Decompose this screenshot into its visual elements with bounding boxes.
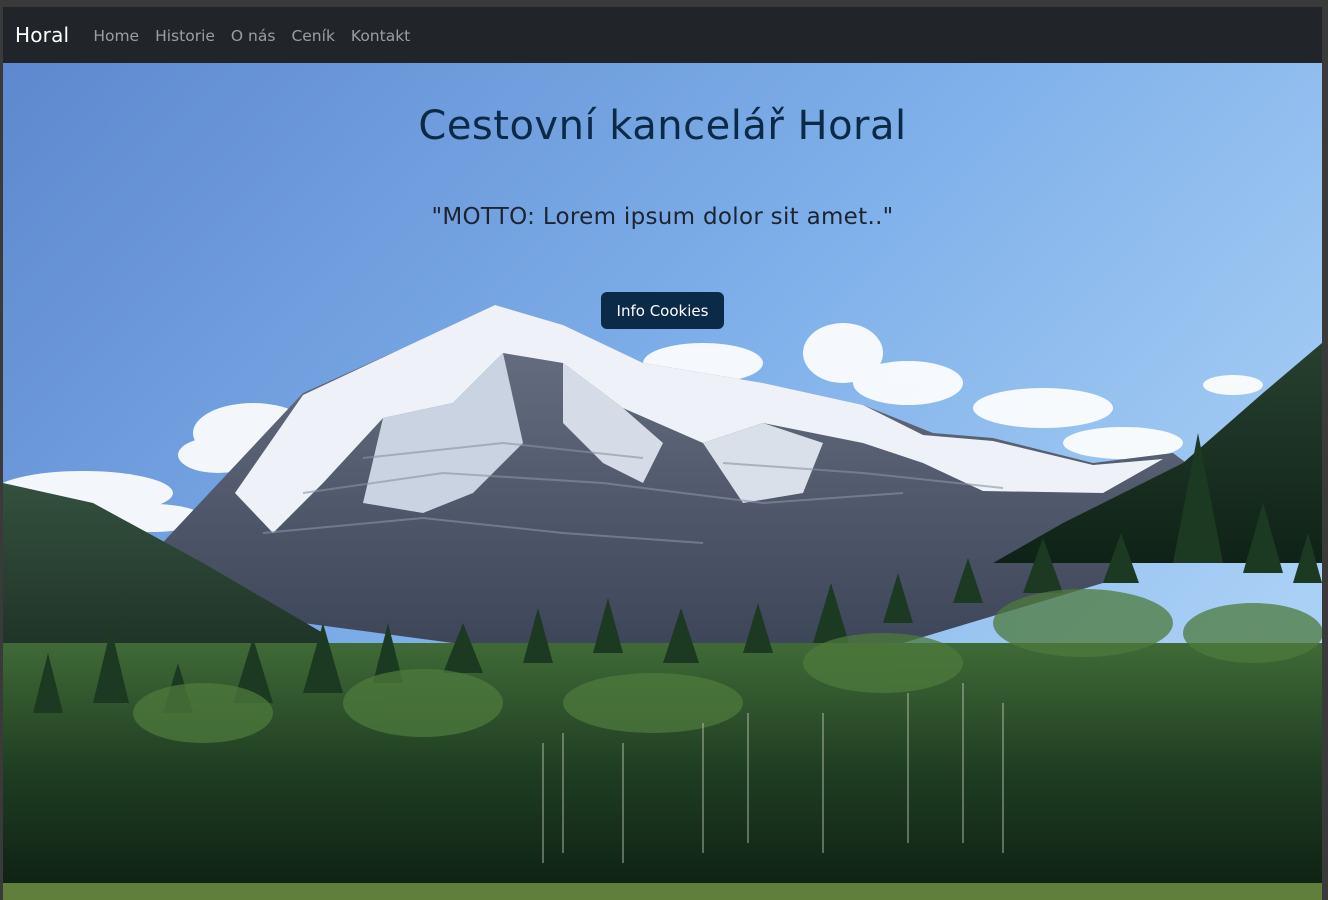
nav-item-historie: Historie — [155, 26, 231, 45]
page-title: Cestovní kancelář Horal — [418, 103, 907, 149]
nav-menu: Home Historie O nás Ceník Kontakt — [93, 26, 426, 45]
nav-item-cenik: Ceník — [291, 26, 350, 45]
nav-item-home: Home — [93, 26, 155, 45]
browser-viewport: Horal Home Historie O nás Ceník Kontakt — [3, 7, 1322, 900]
nav-link-historie[interactable]: Historie — [155, 27, 215, 45]
nav-link-cenik[interactable]: Ceník — [291, 27, 334, 45]
nav-item-kontakt: Kontakt — [351, 26, 426, 45]
hero-section: Cestovní kancelář Horal "MOTTO: Lorem ip… — [3, 63, 1322, 900]
nav-item-o-nas: O nás — [231, 26, 292, 45]
nav-link-home[interactable]: Home — [93, 27, 139, 45]
brand-link[interactable]: Horal — [15, 23, 69, 47]
hero-background-image — [3, 63, 1322, 900]
motto-text: "MOTTO: Lorem ipsum dolor sit amet.." — [431, 204, 894, 230]
info-cookies-button[interactable]: Info Cookies — [601, 292, 724, 329]
nav-link-o-nas[interactable]: O nás — [231, 27, 276, 45]
navbar: Horal Home Historie O nás Ceník Kontakt — [3, 7, 1322, 63]
nav-link-kontakt[interactable]: Kontakt — [351, 27, 410, 45]
